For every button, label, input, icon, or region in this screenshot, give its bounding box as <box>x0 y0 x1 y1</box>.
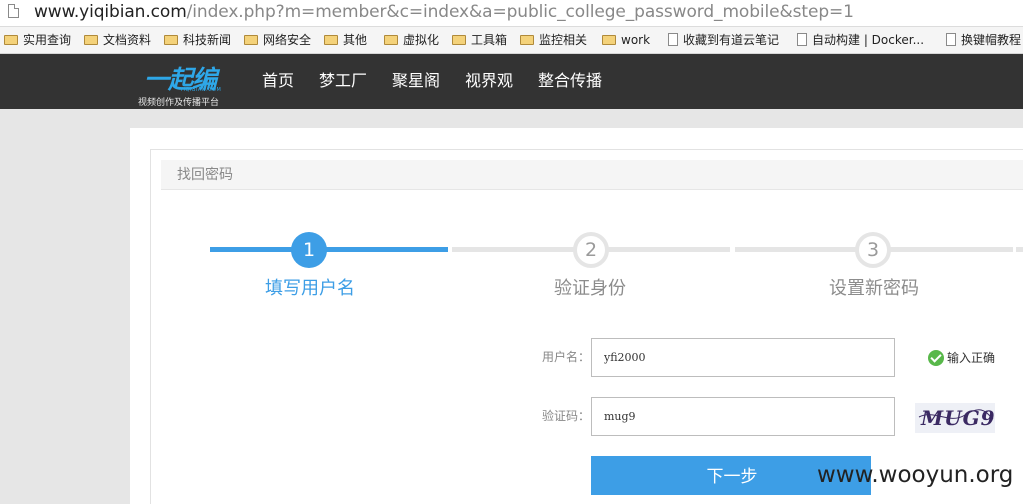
bookmark-item[interactable]: 实用查询 <box>4 31 71 49</box>
bookmark-label: 其他 <box>343 33 368 47</box>
bookmark-label: 虚拟化 <box>403 33 440 47</box>
password-recovery-panel <box>150 149 1023 504</box>
folder-icon <box>384 34 398 45</box>
page-icon <box>668 33 678 46</box>
bookmark-label: 工具箱 <box>471 33 508 47</box>
step-1-label: 填写用户名 <box>265 278 355 299</box>
folder-icon <box>164 34 178 45</box>
bookmark-item[interactable]: 科技新闻 <box>164 31 231 49</box>
nav-item-integrated[interactable]: 整合传播 <box>538 71 602 91</box>
bookmark-item[interactable]: 工具箱 <box>452 31 507 49</box>
next-step-label: 下一步 <box>706 467 758 487</box>
bookmark-label: 文档资料 <box>103 33 152 47</box>
bookmark-item[interactable]: 文档资料 <box>84 31 151 49</box>
page-icon <box>946 33 956 46</box>
bookmark-label: 监控相关 <box>539 33 588 47</box>
bookmark-item[interactable]: work <box>602 31 650 49</box>
watermark: www.wooyun.org <box>817 462 1014 488</box>
nav-item-home[interactable]: 首页 <box>262 71 294 91</box>
folder-icon <box>244 34 258 45</box>
username-label: 用户名： <box>542 350 591 364</box>
bookmark-label: 收藏到有道云笔记 <box>683 33 780 47</box>
bookmark-label: 自动构建 | Docker... <box>812 33 925 47</box>
bookmark-item[interactable]: 监控相关 <box>520 31 587 49</box>
logo-slogan: 视频创作及传播平台 <box>138 98 220 108</box>
step-progress-line <box>1016 247 1023 252</box>
site-header: 一起编 YIQIBIAN.COM 视频创作及传播平台 首页 梦工厂 聚星阁 视界… <box>0 54 1023 109</box>
bookmark-item[interactable]: 收藏到有道云笔记 <box>668 31 779 49</box>
step-3-circle: 3 <box>855 232 891 268</box>
step-2-label: 验证身份 <box>554 278 626 299</box>
step-1-circle: 1 <box>291 232 327 268</box>
folder-icon <box>520 34 534 45</box>
site-logo[interactable]: 一起编 YIQIBIAN.COM 视频创作及传播平台 <box>138 60 238 108</box>
bookmark-item[interactable]: 自动构建 | Docker... <box>797 31 924 49</box>
captcha-image[interactable]: MUG9 <box>915 403 995 433</box>
username-input[interactable] <box>591 338 895 377</box>
username-status: 输入正确 <box>947 351 996 365</box>
step-3-label: 设置新密码 <box>829 278 919 299</box>
captcha-noise <box>918 409 994 420</box>
bookmark-label: 网络安全 <box>263 33 312 47</box>
url-host: www.yiqibian.com <box>34 2 187 22</box>
folder-icon <box>4 34 18 45</box>
bookmarks-bar: 实用查询 文档资料 科技新闻 网络安全 其他 虚拟化 工具箱 监控相关 work… <box>0 27 1023 54</box>
url-path: /index.php?m=member&c=index&a=public_col… <box>186 2 854 22</box>
panel-header <box>161 160 1023 190</box>
nav-item-dream-factory[interactable]: 梦工厂 <box>319 71 367 91</box>
bookmark-item[interactable]: 虚拟化 <box>384 31 439 49</box>
folder-icon <box>324 34 338 45</box>
bookmark-label: work <box>621 33 651 47</box>
folder-icon <box>602 34 616 45</box>
nav-item-star-hall[interactable]: 聚星阁 <box>392 71 440 91</box>
bookmark-label: 科技新闻 <box>183 33 232 47</box>
step-2-circle: 2 <box>573 232 609 268</box>
bookmark-label: 实用查询 <box>23 33 72 47</box>
page-icon <box>8 4 19 18</box>
folder-icon <box>84 34 98 45</box>
bookmark-item[interactable]: 换键帽教程 <box>946 31 1021 49</box>
bookmark-item[interactable]: 其他 <box>324 31 367 49</box>
captcha-input[interactable] <box>591 397 895 436</box>
page-icon <box>797 33 807 46</box>
check-icon <box>928 350 944 366</box>
captcha-label: 验证码： <box>542 409 591 423</box>
folder-icon <box>452 34 466 45</box>
panel-title: 找回密码 <box>177 167 233 183</box>
address-bar[interactable]: www.yiqibian.com/index.php?m=member&c=in… <box>0 0 1023 27</box>
bookmark-item[interactable]: 网络安全 <box>244 31 311 49</box>
logo-domain: YIQIBIAN.COM <box>180 87 222 93</box>
bookmark-label: 换键帽教程 <box>961 33 1022 47</box>
nav-item-vision[interactable]: 视界观 <box>465 71 513 91</box>
url-text[interactable]: www.yiqibian.com/index.php?m=member&c=in… <box>34 1 854 23</box>
step-progress-line <box>210 247 448 252</box>
